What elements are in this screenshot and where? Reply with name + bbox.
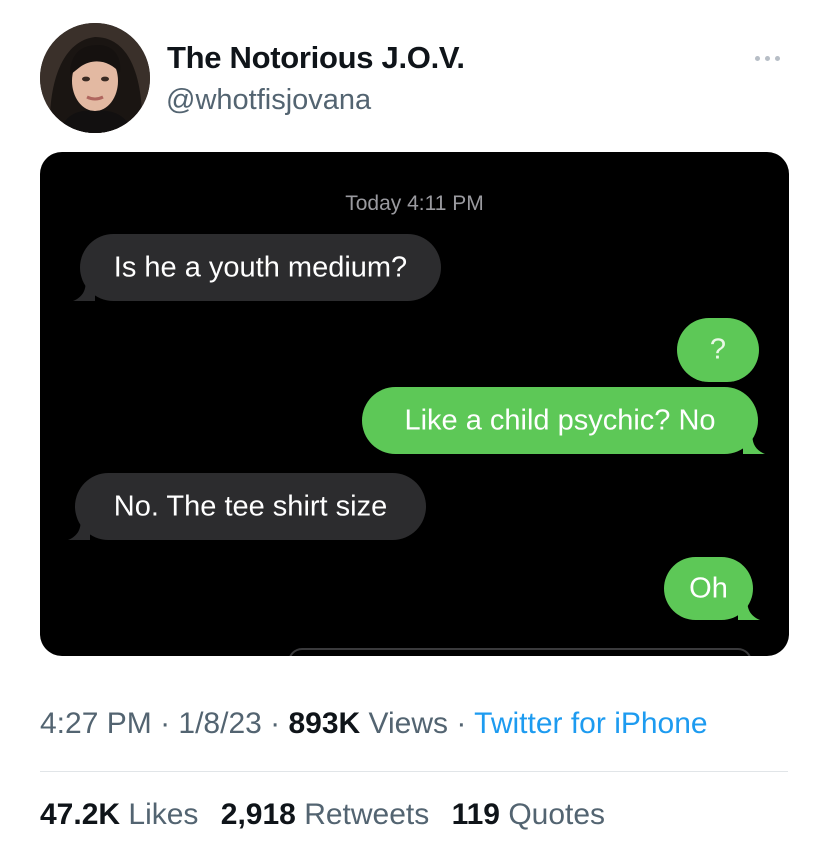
message-text: ? [709,333,727,366]
message-text: Oh [689,572,728,604]
message-text: Like a child psychic? No [404,404,716,436]
author-handle[interactable]: @whotfisjovana [166,84,371,117]
message-bubble-sent: Oh [664,557,760,620]
message-bubble-received: Is he a youth medium? [73,234,441,301]
top-cropped-text [110,0,230,4]
retweets-label: Retweets [295,798,430,831]
views-count: 893K [288,707,361,740]
client-link[interactable]: Twitter for iPhone [474,707,707,740]
message-timestamp: Today 4:11 PM [345,192,484,215]
meta-separator: · [448,707,475,740]
meta-separator: · [261,707,289,740]
quotes-count: 119 [451,798,500,831]
message-input-edge [288,648,752,656]
meta-separator: · [151,707,179,740]
author-display-name[interactable]: The Notorious J.O.V. [167,40,465,76]
profile-photo [40,23,150,133]
likes-label: Likes [120,798,199,831]
message-bubble-received: No. The tee shirt size [68,473,426,540]
avatar[interactable] [40,23,150,133]
tweet-time[interactable]: 4:27 PM [40,707,152,740]
likes-stat[interactable]: 47.2K Likes [40,798,198,831]
message-text: No. The tee shirt size [113,490,388,522]
views-label: Views [360,707,449,740]
bubble-tail-icon [68,518,90,540]
message-bubble-sent: Like a child psychic? No [362,387,765,454]
tweet-meta: 4:27 PM · 1/8/23 · 893K Views · Twitter … [40,707,708,741]
quotes-stat[interactable]: 119 Quotes [452,798,605,831]
more-horizontal-icon[interactable] [754,53,784,65]
tweet-date[interactable]: 1/8/23 [178,707,261,740]
message-bubble-sent: ? [677,318,759,382]
retweets-count: 2,918 [220,798,296,831]
divider [40,771,788,772]
bubble-tail-icon [743,432,765,454]
tweet-stats: 47.2K Likes 2,918 Retweets 119 Quotes [40,798,619,832]
message-text: Is he a youth medium? [113,251,408,283]
tweet-media-image[interactable]: Today 4:11 PM Is he a youth medium? ? Li… [40,152,789,656]
quotes-label: Quotes [500,798,606,831]
likes-count: 47.2K [40,798,121,831]
retweets-stat[interactable]: 2,918 Retweets [221,798,429,831]
bubble-tail-icon [73,279,95,301]
